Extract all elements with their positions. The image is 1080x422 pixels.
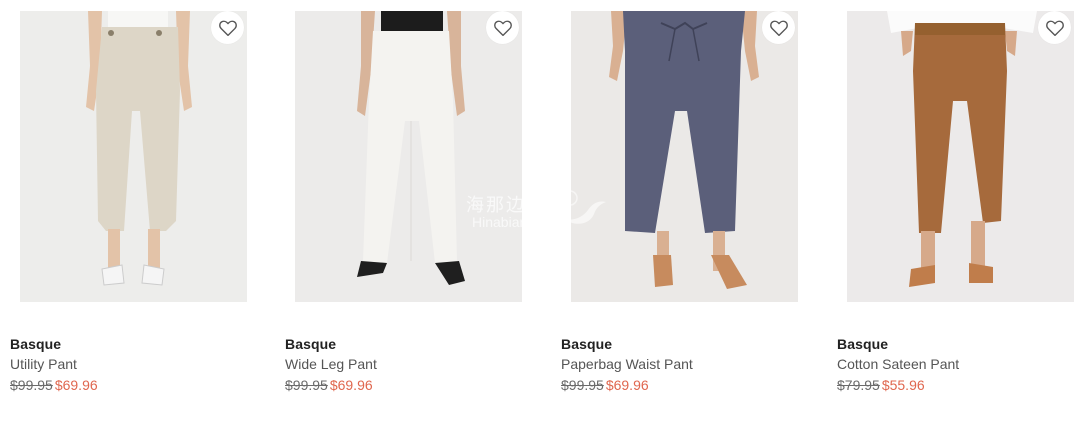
product-brand: Basque xyxy=(837,336,889,352)
sale-price: $69.96 xyxy=(605,377,649,393)
product-card[interactable]: Basque Wide Leg Pant $99.95 $69.96 xyxy=(285,11,523,396)
product-info: Basque Wide Leg Pant $99.95 $69.96 xyxy=(285,335,523,396)
product-card[interactable]: Basque Paperbag Waist Pant $99.95 $69.96 xyxy=(561,11,799,396)
product-name[interactable]: Paperbag Waist Pant xyxy=(561,354,799,374)
sale-price: $69.96 xyxy=(329,377,373,393)
product-prices: $79.95 $55.96 xyxy=(837,374,1075,396)
heart-outline-icon xyxy=(493,20,512,36)
product-card[interactable]: Basque Utility Pant $99.95 $69.96 xyxy=(10,11,248,396)
wishlist-button[interactable] xyxy=(211,11,244,44)
wishlist-button[interactable] xyxy=(486,11,519,44)
product-image[interactable] xyxy=(847,11,1074,302)
wishlist-button[interactable] xyxy=(762,11,795,44)
product-info: Basque Utility Pant $99.95 $69.96 xyxy=(10,335,248,396)
product-brand: Basque xyxy=(285,336,337,352)
product-name[interactable]: Cotton Sateen Pant xyxy=(837,354,1075,374)
was-price: $99.95 xyxy=(10,377,53,393)
product-name[interactable]: Utility Pant xyxy=(10,354,248,374)
product-name[interactable]: Wide Leg Pant xyxy=(285,354,523,374)
product-card[interactable]: Basque Cotton Sateen Pant $79.95 $55.96 xyxy=(837,11,1075,396)
product-info: Basque Cotton Sateen Pant $79.95 $55.96 xyxy=(837,335,1075,396)
product-prices: $99.95 $69.96 xyxy=(561,374,799,396)
was-price: $79.95 xyxy=(837,377,880,393)
product-image[interactable] xyxy=(571,11,798,302)
heart-outline-icon xyxy=(218,20,237,36)
wishlist-button[interactable] xyxy=(1038,11,1071,44)
product-brand: Basque xyxy=(10,336,62,352)
sale-price: $69.96 xyxy=(54,377,98,393)
product-brand: Basque xyxy=(561,336,613,352)
sale-price: $55.96 xyxy=(881,377,925,393)
product-grid: Basque Utility Pant $99.95 $69.96 Basque… xyxy=(0,0,1080,422)
product-image[interactable] xyxy=(295,11,522,302)
heart-outline-icon xyxy=(769,20,788,36)
heart-outline-icon xyxy=(1045,20,1064,36)
product-info: Basque Paperbag Waist Pant $99.95 $69.96 xyxy=(561,335,799,396)
product-prices: $99.95 $69.96 xyxy=(10,374,248,396)
was-price: $99.95 xyxy=(285,377,328,393)
was-price: $99.95 xyxy=(561,377,604,393)
product-image[interactable] xyxy=(20,11,247,302)
product-prices: $99.95 $69.96 xyxy=(285,374,523,396)
